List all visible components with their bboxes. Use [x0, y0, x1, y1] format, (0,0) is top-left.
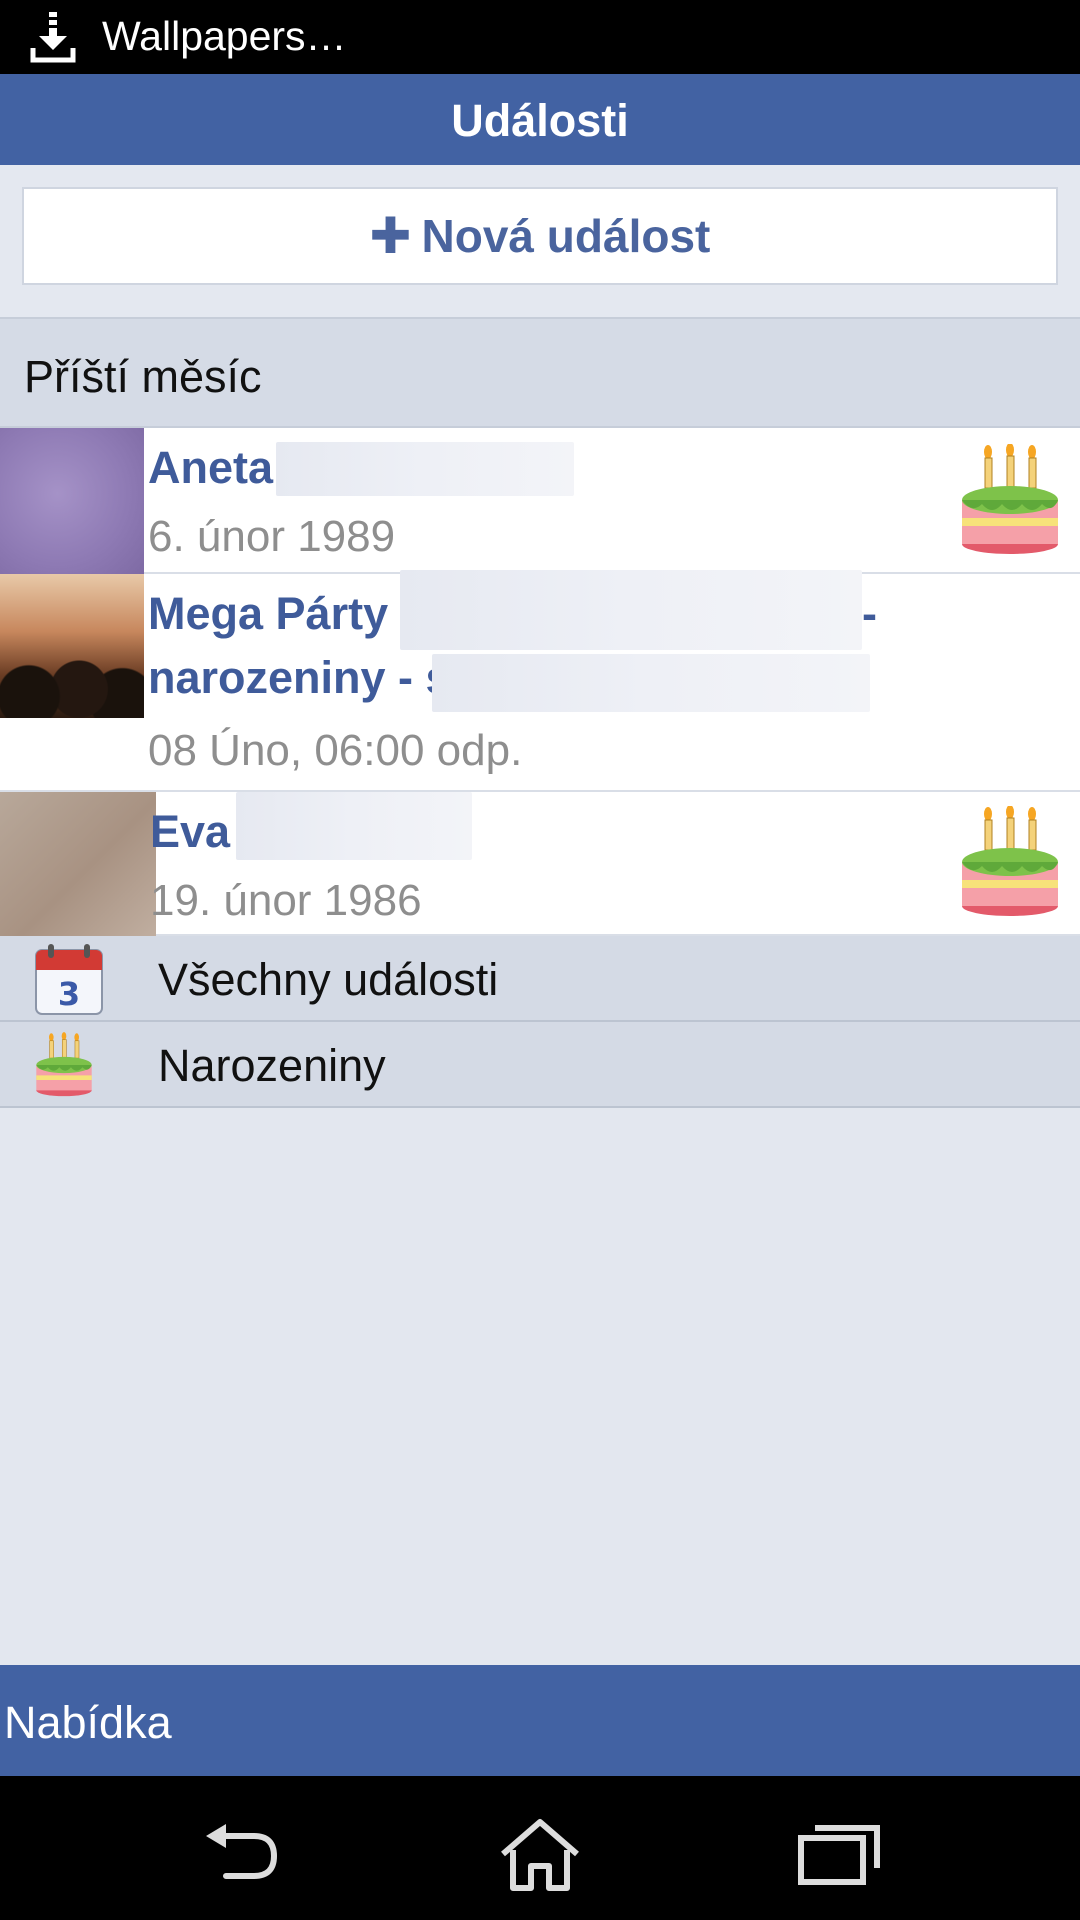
event-row-mega-party[interactable]: Mega Párty - narozeniny - s 08 Úno, 06:0… [0, 570, 1080, 792]
event-name: Aneta [148, 442, 274, 493]
recent-apps-icon[interactable] [795, 1816, 885, 1892]
download-icon [30, 12, 76, 63]
svg-text:3: 3 [58, 975, 80, 1013]
birthday-cake-icon [962, 444, 1058, 554]
menu-item-all-events[interactable]: 3 Všechny události [0, 936, 1080, 1022]
bottom-menu-bar[interactable]: Nabídka [0, 1665, 1080, 1776]
event-date: 08 Úno, 06:00 odp. [148, 726, 523, 775]
event-name-line1: Mega Párty [148, 588, 389, 639]
event-row-aneta[interactable]: Aneta 6. únor 1989 [0, 428, 1080, 574]
back-icon[interactable] [196, 1816, 286, 1892]
event-row-eva[interactable]: Eva 19. únor 1986 [0, 792, 1080, 936]
event-date: 6. únor 1989 [148, 512, 396, 561]
action-bar: Události [0, 74, 1080, 165]
event-name: Eva [150, 806, 231, 857]
section-title: Příští měsíc [24, 351, 262, 402]
birthday-cake-icon [36, 1032, 92, 1097]
new-event-button[interactable]: ✚ Nová událost [22, 187, 1058, 285]
event-date: 19. únor 1986 [150, 876, 422, 925]
event-thumbnail [0, 574, 144, 718]
page-title: Události [451, 95, 629, 146]
redacted-title-2 [432, 654, 870, 712]
event-name-dash: - [862, 588, 877, 639]
section-header: Příští měsíc [0, 317, 1080, 428]
plus-icon: ✚ [369, 208, 412, 264]
new-event-label: Nová událost [421, 210, 711, 262]
menu-label: Nabídka [4, 1697, 172, 1748]
home-icon[interactable] [495, 1816, 585, 1892]
navigation-bar [0, 1776, 1080, 1920]
menu-item-label: Narozeniny [158, 1040, 386, 1091]
new-event-container: ✚ Nová událost [0, 165, 1080, 317]
redacted-surname [236, 792, 472, 860]
birthday-cake-icon [962, 806, 1058, 916]
redacted-title [400, 570, 862, 650]
notification-text: Wallpapers… [102, 13, 347, 59]
event-name-line2: narozeniny - s [148, 652, 451, 703]
menu-item-label: Všechny události [158, 954, 499, 1005]
avatar [0, 428, 144, 574]
status-bar: Wallpapers… [0, 0, 1080, 74]
calendar-icon: 3 [35, 944, 103, 1015]
avatar [0, 792, 156, 936]
menu-item-birthdays[interactable]: Narozeniny [0, 1022, 1080, 1108]
redacted-surname [276, 442, 574, 496]
